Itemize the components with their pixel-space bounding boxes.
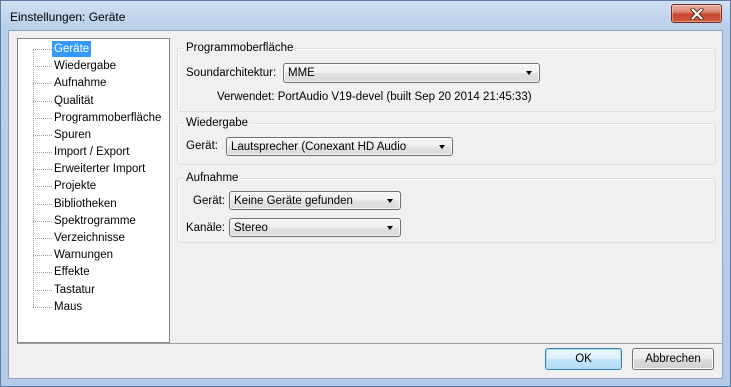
recording-channels-select[interactable]: Stereo: [229, 218, 401, 237]
tree-item-label: Aufnahme: [54, 77, 107, 90]
tree-item-spuren[interactable]: Spuren: [18, 126, 169, 143]
tree-item-projekte[interactable]: Projekte: [18, 178, 169, 195]
tree-item-qualitaet[interactable]: Qualität: [18, 92, 169, 109]
tree-item-import-export[interactable]: Import / Export: [18, 144, 169, 161]
tree-item-maus[interactable]: Maus: [18, 298, 169, 315]
window-title: Einstellungen: Geräte: [10, 10, 126, 24]
tree-item-wiedergabe[interactable]: Wiedergabe: [18, 58, 169, 75]
recording-device-select[interactable]: Keine Geräte gefunden: [229, 191, 401, 210]
cancel-button[interactable]: Abbrechen: [632, 348, 714, 370]
tree-item-label: Erweiterter Import: [54, 163, 146, 176]
host-label: Soundarchitektur:: [186, 67, 277, 79]
host-select-value: MME: [288, 67, 315, 79]
dialog-body: Geräte Wiedergabe Aufnahme Qualität Prog…: [8, 30, 723, 379]
recording-device-label: Gerät:: [193, 195, 225, 207]
tree-item-list: Geräte Wiedergabe Aufnahme Qualität Prog…: [18, 40, 169, 315]
recording-group: Aufnahme Gerät: Keine Geräte gefunden Ka…: [177, 171, 716, 243]
tree-item-label: Wiedergabe: [54, 60, 117, 73]
tree-item-spektrogramme[interactable]: Spektrogramme: [18, 212, 169, 229]
playback-device-select[interactable]: Lautsprecher (Conexant HD Audio: [226, 137, 453, 156]
close-button[interactable]: [671, 4, 722, 23]
host-select[interactable]: MME: [283, 63, 540, 83]
tree-item-label: Geräte: [52, 40, 92, 57]
playback-device-value: Lautsprecher (Conexant HD Audio: [231, 140, 407, 153]
tree-item-label: Verzeichnisse: [54, 232, 125, 245]
tree-item-programmoberflaeche[interactable]: Programmoberfläche: [18, 109, 169, 126]
title-bar[interactable]: Einstellungen: Geräte: [0, 0, 731, 30]
tree-item-label: Spuren: [54, 128, 92, 141]
recording-device-value: Keine Geräte gefunden: [234, 194, 353, 207]
tree-item-label: Projekte: [54, 180, 97, 193]
tree-item-erweiterter-import[interactable]: Erweiterter Import: [18, 161, 169, 178]
interface-group: Programmoberfläche Soundarchitektur: MME…: [177, 41, 716, 112]
tree-item-label: Effekte: [54, 266, 90, 279]
button-separator: [17, 343, 722, 344]
tree-item-tastatur[interactable]: Tastatur: [18, 281, 169, 298]
chevron-down-icon: [526, 71, 532, 75]
using-info-text: Verwendet: PortAudio V19-devel (built Se…: [217, 91, 532, 103]
close-icon: [690, 7, 703, 20]
settings-dialog: Einstellungen: Geräte Geräte Wiedergabe …: [0, 0, 731, 387]
tree-item-aufnahme[interactable]: Aufnahme: [18, 75, 169, 92]
playback-group: Wiedergabe Gerät: Lautsprecher (Conexant…: [177, 116, 716, 165]
recording-channels-label: Kanäle:: [185, 222, 225, 234]
tree-item-verzeichnisse[interactable]: Verzeichnisse: [18, 229, 169, 246]
tree-item-warnungen[interactable]: Warnungen: [18, 247, 169, 264]
preferences-tree[interactable]: Geräte Wiedergabe Aufnahme Qualität Prog…: [17, 38, 170, 343]
playback-device-label: Gerät:: [186, 140, 218, 152]
recording-channels-value: Stereo: [234, 221, 268, 234]
tree-item-label: Spektrogramme: [54, 214, 136, 227]
tree-item-label: Import / Export: [54, 146, 130, 159]
tree-item-label: Maus: [54, 300, 83, 313]
tree-item-effekte[interactable]: Effekte: [18, 264, 169, 281]
tree-item-label: Warnungen: [54, 249, 114, 262]
chevron-down-icon: [439, 144, 445, 149]
tree-item-label: Tastatur: [54, 283, 95, 296]
tree-item-bibliotheken[interactable]: Bibliotheken: [18, 195, 169, 212]
recording-group-title: Aufnahme: [184, 171, 241, 185]
tree-item-geraete[interactable]: Geräte: [18, 40, 169, 57]
interface-group-title: Programmoberfläche: [184, 41, 296, 55]
chevron-down-icon: [387, 198, 393, 203]
tree-item-label: Qualität: [54, 94, 94, 107]
playback-group-title: Wiedergabe: [184, 116, 251, 130]
chevron-down-icon: [387, 225, 393, 230]
ok-button[interactable]: OK: [545, 348, 622, 370]
tree-item-label: Bibliotheken: [54, 197, 117, 210]
tree-item-label: Programmoberfläche: [54, 111, 162, 124]
